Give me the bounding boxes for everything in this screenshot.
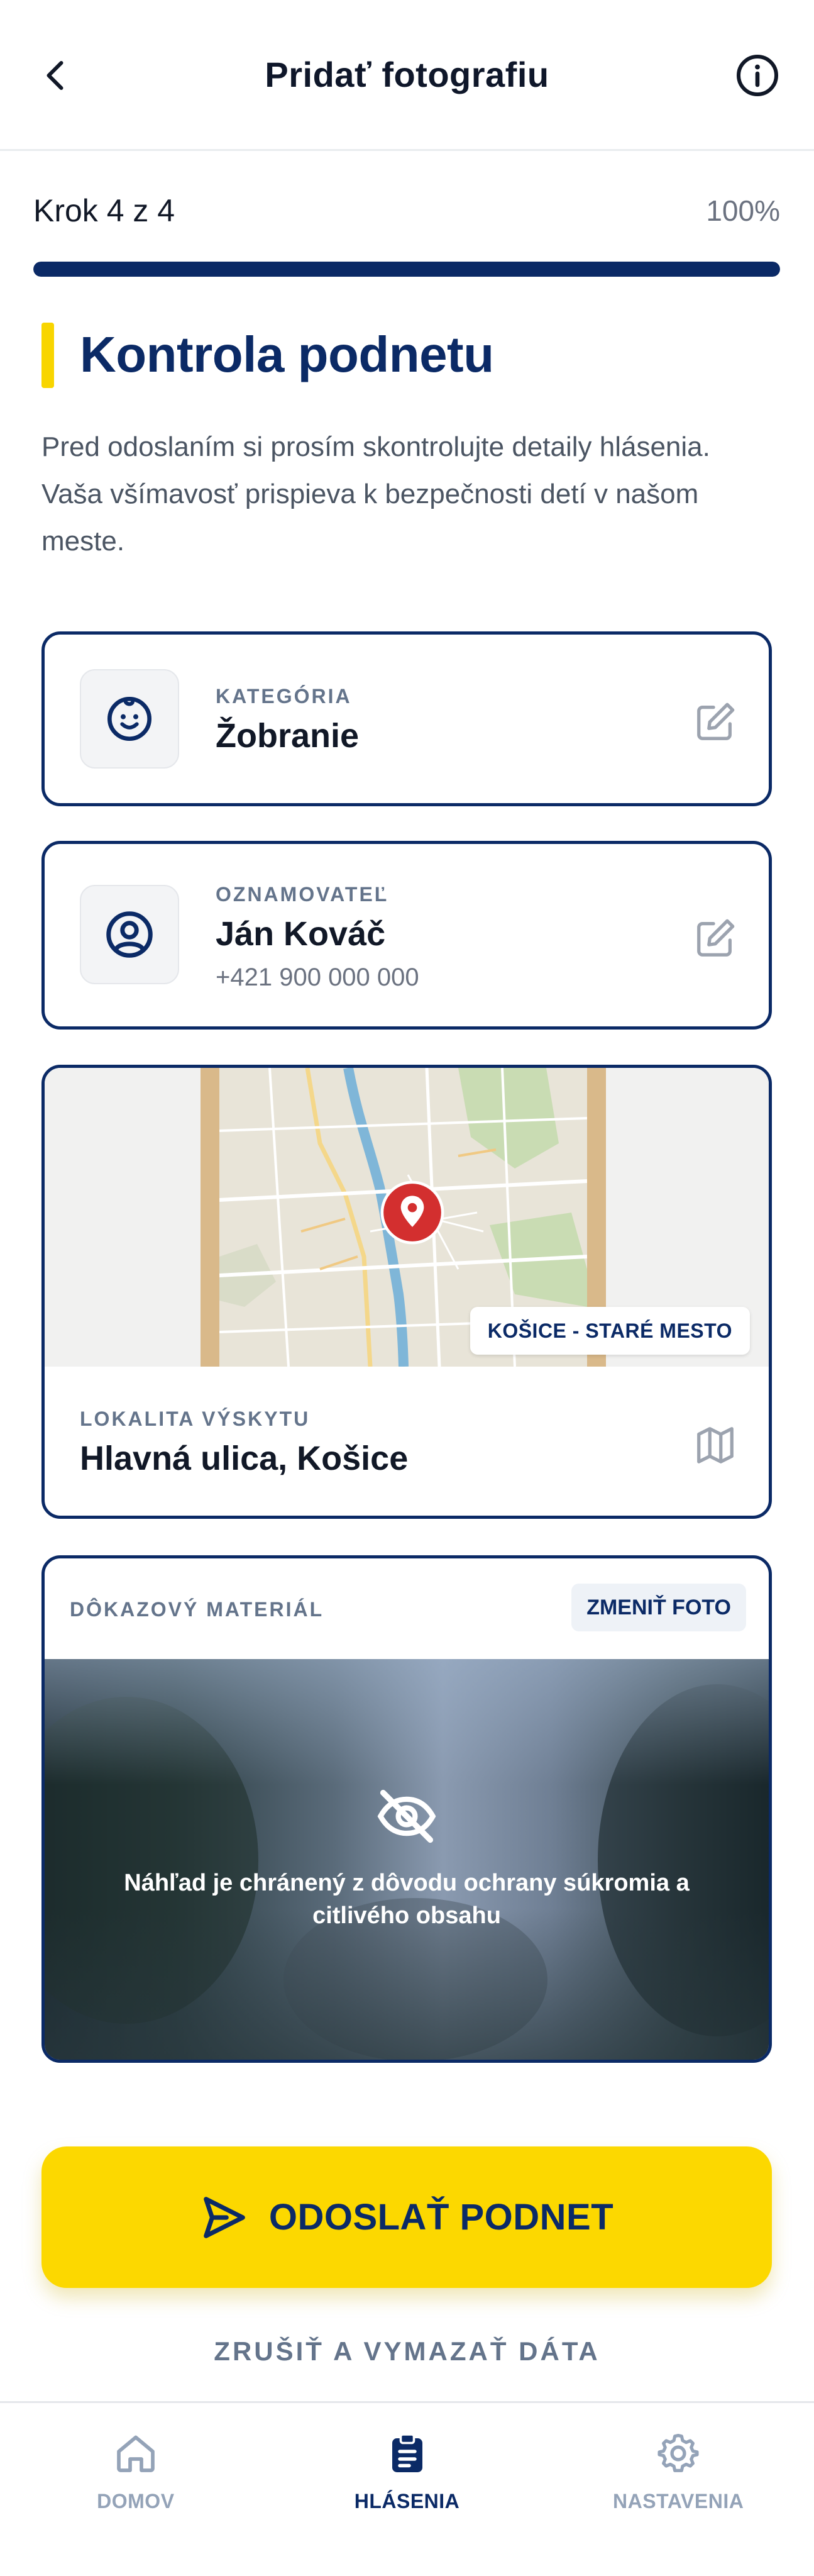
category-value: Žobranie (216, 717, 360, 755)
back-button[interactable] (25, 44, 88, 107)
step-indicator: Krok 4 z 4 100% (33, 192, 780, 230)
step-label: Krok 4 z 4 (33, 193, 175, 228)
reporter-icon-box (80, 885, 179, 984)
edit-icon (697, 702, 735, 740)
reporter-name: Ján Kováč (216, 915, 386, 953)
edit-icon (697, 919, 735, 957)
nav-item-settings[interactable]: NASTAVENIA (542, 2403, 814, 2576)
intro-text: Pred odoslaním si prosím skontrolujte de… (41, 431, 710, 557)
evidence-label: DÔKAZOVÝ MATERIÁL (70, 1598, 324, 1621)
send-icon (204, 2196, 245, 2238)
location-pin-icon (380, 1180, 444, 1245)
edit-reporter-button[interactable] (687, 910, 744, 967)
location-card[interactable]: KOŠICE - STARÉ MESTO LOKALITA VÝSKYTU Hl… (41, 1065, 772, 1519)
cancel-and-clear-link[interactable]: ZRUŠIŤ A VYMAZAŤ DÁTA (0, 2336, 814, 2367)
evidence-card: DÔKAZOVÝ MATERIÁL ZMENIŤ FOTO Náhľad je … (41, 1555, 772, 2063)
privacy-notice: Náhľad je chránený z dôvodu ochrany súkr… (124, 1870, 690, 1929)
page: Pridať fotografiu Krok 4 z 4 100% Kontro… (0, 0, 814, 2576)
category-card[interactable]: KATEGÓRIA Žobranie (41, 631, 772, 806)
nav-label-reports: HLÁSENIA (354, 2490, 460, 2512)
app-header: Pridať fotografiu (0, 0, 814, 151)
section-title: Kontrola podnetu (80, 326, 494, 382)
eye-off-icon (377, 1789, 436, 1843)
page-title: Pridať fotografiu (265, 55, 549, 94)
home-icon (116, 2435, 155, 2472)
section-accent-bar (41, 323, 54, 388)
submit-report-button[interactable]: ODOSLAŤ PODNET (41, 2146, 772, 2288)
gear-icon (657, 2433, 699, 2472)
map-preview[interactable]: KOŠICE - STARÉ MESTO (45, 1068, 769, 1367)
category-icon-box (80, 669, 179, 769)
progress-bar (33, 262, 780, 277)
edit-category-button[interactable] (687, 694, 744, 750)
map-icon (697, 1427, 734, 1463)
clipboard-icon (392, 2433, 422, 2472)
submit-label: ODOSLAŤ PODNET (268, 2197, 614, 2238)
nav-item-reports[interactable]: HLÁSENIA (272, 2403, 543, 2576)
category-label: KATEGÓRIA (216, 685, 352, 708)
nav-label-settings: NASTAVENIA (613, 2490, 744, 2512)
chevron-left-icon (47, 61, 63, 90)
reporter-label: OZNAMOVATEĽ (216, 883, 389, 906)
location-label: LOKALITA VÝSKYTU (80, 1407, 311, 1430)
user-circle-icon (106, 911, 153, 958)
change-photo-button[interactable]: ZMENIŤ FOTO (571, 1584, 746, 1631)
step-percent: 100% (706, 194, 780, 227)
nav-item-home[interactable]: DOMOV (0, 2403, 272, 2576)
info-button[interactable] (726, 44, 789, 107)
blurred-photo-preview: Náhľad je chránený z dôvodu ochrany súkr… (45, 1659, 769, 2060)
open-map-button[interactable] (687, 1417, 744, 1474)
info-icon (737, 55, 778, 96)
district-badge: KOŠICE - STARÉ MESTO (470, 1307, 750, 1355)
child-face-icon (107, 697, 151, 741)
location-value: Hlavná ulica, Košice (80, 1440, 409, 1477)
progress-fill (33, 262, 780, 277)
nav-label-home: DOMOV (97, 2490, 175, 2512)
reporter-card[interactable]: OZNAMOVATEĽ Ján Kováč +421 900 000 000 (41, 841, 772, 1030)
reporter-phone: +421 900 000 000 (216, 963, 419, 991)
bottom-navigation: DOMOV HLÁSENIA NASTAVENIA (0, 2401, 814, 2576)
